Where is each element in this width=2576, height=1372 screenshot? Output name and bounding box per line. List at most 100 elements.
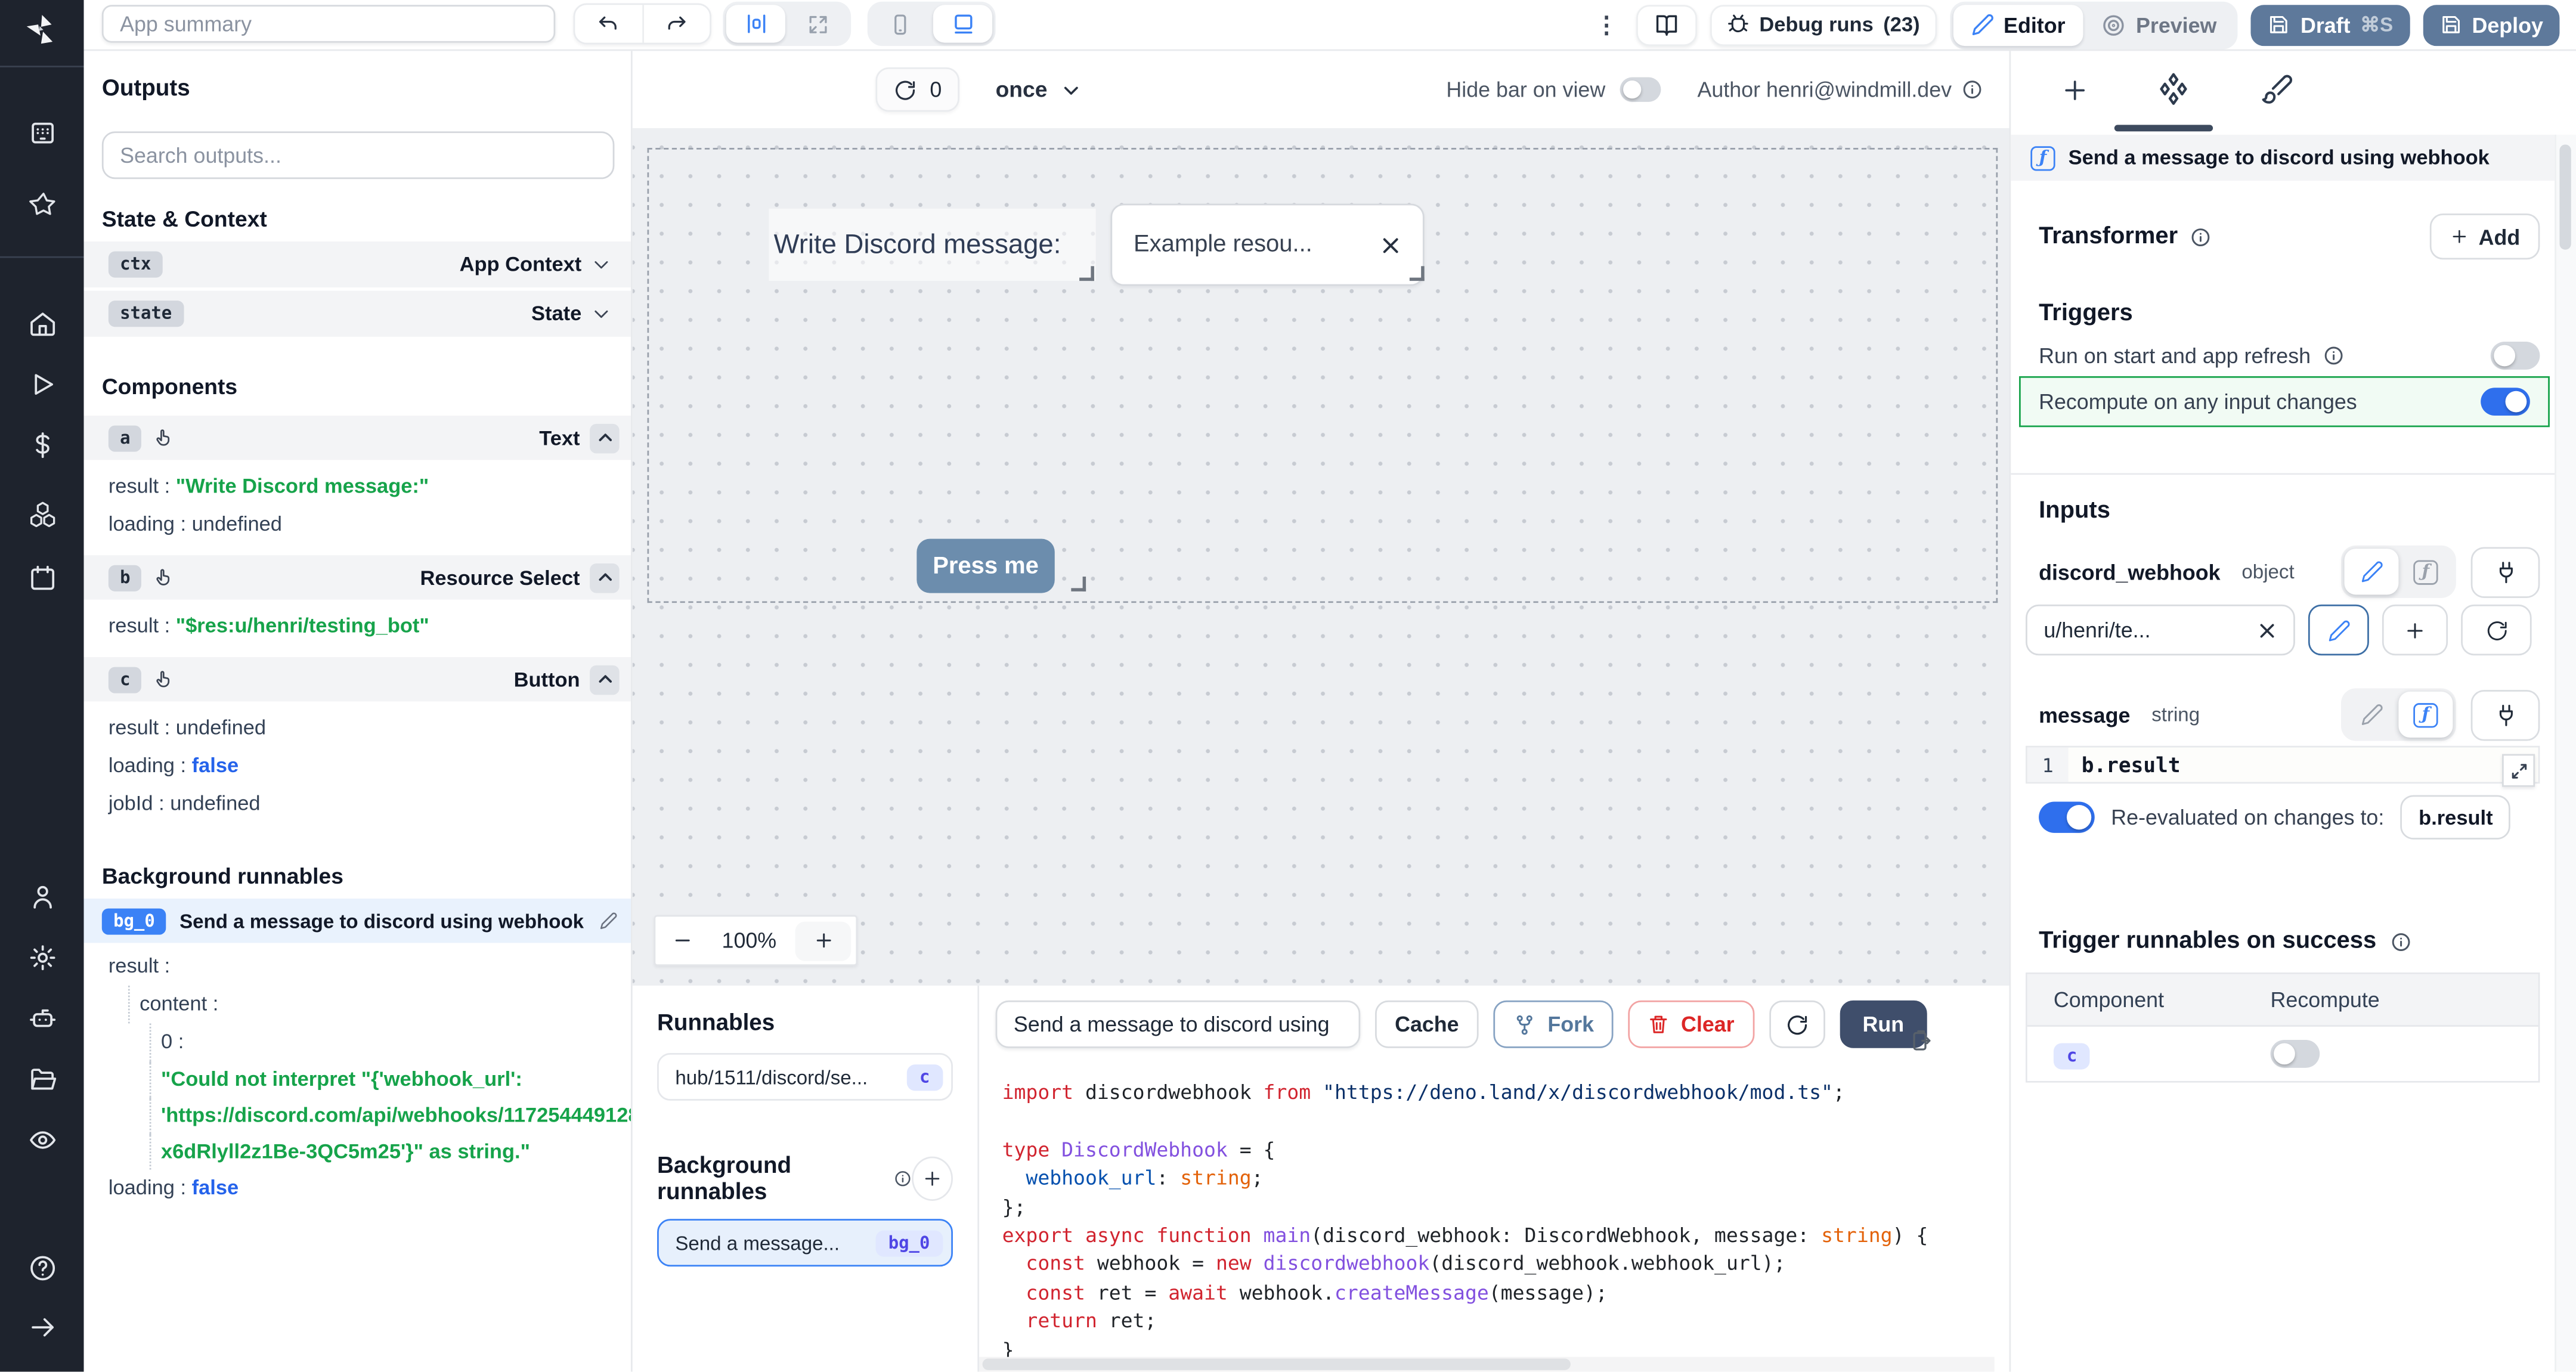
draft-button[interactable]: Draft⌘S (2251, 4, 2409, 45)
user-icon[interactable] (28, 882, 58, 912)
resize-handle[interactable] (1071, 577, 1086, 591)
discord-webhook-input-row: discord_webhook object ƒ (2039, 544, 2540, 600)
recompute-c-toggle[interactable] (2271, 1040, 2320, 1068)
folders-icon[interactable] (28, 1064, 58, 1094)
clear-x-icon[interactable] (1380, 234, 1401, 256)
info-icon[interactable] (1962, 78, 1983, 100)
add-transformer-button[interactable]: Add (2429, 213, 2540, 259)
help-icon[interactable] (28, 1253, 58, 1283)
edit-pencil-icon[interactable] (600, 912, 618, 930)
component-c-header[interactable]: c Button (84, 657, 631, 701)
resize-handle[interactable] (1079, 266, 1094, 281)
audit-eye-icon[interactable] (28, 1125, 58, 1155)
add-bg-runnable-button[interactable] (912, 1156, 953, 1200)
component-b-header[interactable]: b Resource Select (84, 555, 631, 599)
reeval-target-button[interactable]: b.result (2401, 795, 2511, 839)
code-editor[interactable]: import discordwebhook from "https://deno… (979, 1063, 1995, 1357)
cache-button[interactable]: Cache (1375, 1001, 1479, 1048)
clear-x-icon[interactable] (2258, 620, 2277, 640)
more-menu-icon[interactable]: ⋮ (1590, 11, 1623, 39)
tab-editor[interactable]: Editor (1953, 4, 2083, 45)
hide-bar-toggle[interactable] (1620, 76, 1661, 101)
tab-style-paintbrush-icon[interactable] (2261, 72, 2293, 105)
chevron-down-icon[interactable] (592, 304, 611, 324)
schedules-calendar-icon[interactable] (28, 563, 58, 593)
component-a-header[interactable]: a Text (84, 416, 631, 460)
runnable-name-input[interactable] (996, 1001, 1361, 1048)
refresh-code-button[interactable] (1769, 1001, 1825, 1048)
collapse-chevron-icon[interactable] (590, 664, 620, 694)
ctx-row[interactable]: ctx App Context (84, 241, 631, 287)
docs-button[interactable] (1636, 4, 1697, 45)
input-mode-group: ƒ (2341, 688, 2456, 741)
recompute-toggle[interactable] (2481, 388, 2530, 416)
app-summary-input[interactable] (102, 5, 555, 42)
expand-rail-arrow-icon[interactable] (28, 1312, 58, 1342)
tab-preview[interactable]: Preview (2083, 4, 2235, 45)
connect-plug-button[interactable] (2471, 689, 2540, 740)
home-icon[interactable] (28, 309, 58, 339)
zoom-in-button[interactable] (795, 921, 851, 960)
resources-cubes-icon[interactable] (28, 500, 58, 529)
debug-runs-button[interactable]: Debug runs (23) (1710, 4, 1936, 45)
copy-code-icon[interactable] (1909, 1029, 1933, 1053)
app-canvas[interactable]: Write Discord message: Example resou... … (633, 128, 2010, 986)
info-icon[interactable] (2389, 931, 2411, 952)
tab-add-plus-icon[interactable] (2060, 76, 2090, 106)
add-resource-button[interactable] (2382, 605, 2448, 655)
workspace-icon[interactable] (28, 118, 58, 148)
collapse-chevron-icon[interactable] (590, 563, 620, 593)
panel-scrollbar[interactable] (2555, 135, 2576, 1372)
runs-play-icon[interactable] (28, 370, 58, 399)
fullscreen-button[interactable] (788, 5, 847, 42)
info-icon[interactable] (2322, 345, 2343, 367)
canvas-press-me-button[interactable]: Press me (917, 539, 1054, 593)
chevron-down-icon[interactable] (592, 255, 611, 274)
edit-resource-pencil-button[interactable] (2308, 605, 2369, 655)
ai-robot-icon[interactable] (28, 1004, 58, 1033)
search-outputs-input[interactable] (102, 131, 615, 179)
message-expression-editor[interactable]: 1 b.result (2026, 746, 2540, 783)
resource-value-field[interactable]: u/henri/te... (2026, 605, 2295, 655)
variables-dollar-icon[interactable] (28, 431, 58, 460)
undo-button[interactable] (575, 5, 642, 42)
deploy-button[interactable]: Deploy (2423, 4, 2560, 45)
fork-button[interactable]: Fork (1493, 1001, 1614, 1048)
collapse-chevron-icon[interactable] (590, 423, 620, 453)
canvas-resource-select[interactable]: Example resou... (1110, 204, 1424, 286)
runnable-item[interactable]: hub/1511/discord/se... c (657, 1053, 953, 1101)
run-on-start-toggle[interactable] (2491, 342, 2540, 370)
refresh-resource-button[interactable] (2461, 605, 2531, 655)
inputs-title: Inputs (2039, 498, 2540, 524)
zoom-out-button[interactable] (661, 921, 704, 960)
eval-mode-button[interactable]: ƒ (2398, 549, 2453, 594)
rail-divider (0, 256, 84, 258)
windmill-logo-icon[interactable] (18, 8, 64, 54)
desktop-view-button[interactable] (933, 5, 992, 42)
settings-gear-icon[interactable] (28, 943, 58, 973)
debug-runs-count: (23) (1883, 13, 1919, 36)
fork-icon (1513, 1013, 1537, 1036)
code-horizontal-scrollbar[interactable] (979, 1357, 1995, 1372)
canvas-text-component[interactable]: Write Discord message: (769, 209, 1095, 281)
reeval-toggle[interactable] (2039, 801, 2095, 832)
bg-runnable-item-selected[interactable]: Send a message... bg_0 (657, 1219, 953, 1266)
redo-button[interactable] (642, 5, 710, 42)
clear-button[interactable]: Clear (1628, 1001, 1754, 1048)
refresh-count-button[interactable]: 0 (875, 67, 959, 112)
static-pencil-mode-button[interactable] (2345, 549, 2399, 594)
mobile-view-button[interactable] (871, 5, 930, 42)
center-layout-button[interactable] (726, 5, 785, 42)
static-pencil-mode-button[interactable] (2345, 692, 2399, 738)
favorites-star-icon[interactable] (28, 191, 58, 221)
connect-plug-button[interactable] (2471, 546, 2540, 597)
expand-editor-icon[interactable] (2502, 754, 2535, 787)
interval-dropdown[interactable]: once (996, 67, 1080, 112)
info-icon[interactable] (2190, 226, 2211, 247)
line-number: 1 (2027, 748, 2069, 782)
eval-mode-button[interactable]: ƒ (2398, 692, 2453, 738)
state-row[interactable]: state State (84, 291, 631, 337)
tab-components-diamonds-icon[interactable] (2156, 70, 2192, 107)
resize-handle[interactable] (1410, 266, 1425, 281)
bg0-row[interactable]: bg_0 Send a message to discord using web… (84, 899, 631, 943)
